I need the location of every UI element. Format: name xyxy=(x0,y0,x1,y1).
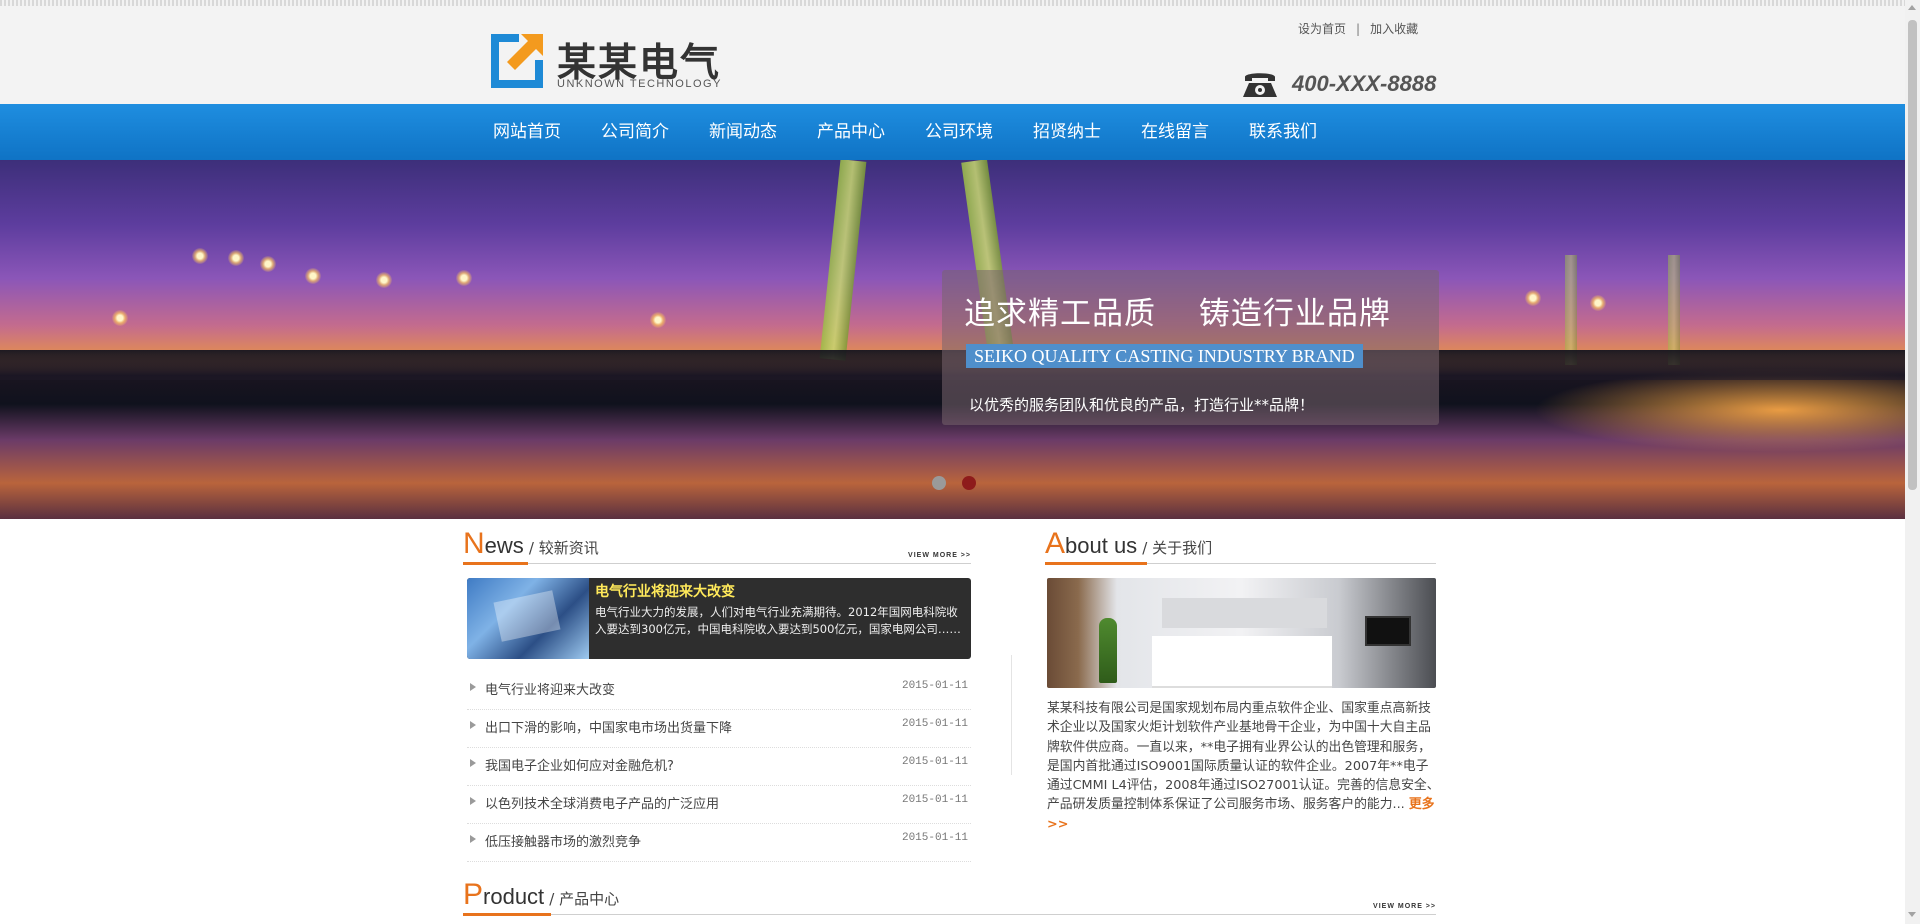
about-image-wall xyxy=(1162,598,1327,628)
banner-lamp xyxy=(305,268,321,284)
banner-lamp xyxy=(376,272,392,288)
product-title-rest: roduct xyxy=(483,884,545,909)
featured-news[interactable]: 电气行业将迎来大改变 电气行业大力的发展，人们对电气行业充满期待。2012年国网… xyxy=(467,578,971,659)
banner-lamp xyxy=(260,256,276,272)
about-image-plant xyxy=(1099,618,1117,683)
top-links-separator: | xyxy=(1356,22,1361,36)
set-homepage-link[interactable]: 设为首页 xyxy=(1298,22,1346,36)
scrollbar-thumb[interactable] xyxy=(1908,20,1917,490)
banner-lamp xyxy=(112,310,128,326)
about-image-reception-desk xyxy=(1152,636,1332,688)
page: 某某电气 UNKNOWN TECHNOLOGY 设为首页 | 加入收藏 400-XX… xyxy=(0,0,1920,924)
bullet-triangle-icon xyxy=(470,759,476,767)
nav-item-contact[interactable]: 联系我们 xyxy=(1249,104,1317,160)
nav-item-about[interactable]: 公司简介 xyxy=(601,104,669,160)
banner-lamp xyxy=(1590,295,1606,311)
about-title-rest: bout us xyxy=(1065,533,1138,558)
about-header: About us / 关于我们 xyxy=(1045,524,1436,565)
news-item-title[interactable]: 我国电子企业如何应对金融危机? xyxy=(485,755,674,774)
vertical-scrollbar[interactable] xyxy=(1905,0,1920,924)
banner-title: 追求精工品质 铸造行业品牌 xyxy=(964,296,1391,332)
about-title-underline xyxy=(1045,562,1147,565)
list-item[interactable]: 出口下滑的影响，中国家电市场出货量下降 2015-01-11 xyxy=(467,710,971,748)
news-title-cn: / 较新资讯 xyxy=(528,539,599,557)
product-title: Product / 产品中心 xyxy=(463,878,619,912)
bullet-triangle-icon xyxy=(470,797,476,805)
banner-bridge-tower xyxy=(1668,255,1680,365)
about-body: 某某科技有限公司是国家规划布局内重点软件企业、国家重点高新技术企业以及国家火炬计… xyxy=(1047,701,1440,813)
news-item-title[interactable]: 以色列技术全球消费电子产品的广泛应用 xyxy=(485,793,719,812)
logo-name-en: UNKNOWN TECHNOLOGY xyxy=(557,78,722,90)
about-image-screen xyxy=(1365,616,1411,646)
bullet-triangle-icon xyxy=(470,835,476,843)
hotline-number: 400-XXX-8888 xyxy=(1292,71,1437,96)
list-item[interactable]: 电气行业将迎来大改变 2015-01-11 xyxy=(467,672,971,710)
product-view-more[interactable]: VIEW MORE >> xyxy=(1373,903,1436,910)
slider-dot-2[interactable] xyxy=(962,476,976,490)
banner-lamp xyxy=(192,248,208,264)
news-item-date: 2015-01-11 xyxy=(901,794,968,806)
news-title-rest: ews xyxy=(484,533,524,558)
news-item-date: 2015-01-11 xyxy=(901,756,968,768)
news-list: 电气行业将迎来大改变 2015-01-11 出口下滑的影响，中国家电市场出货量下降… xyxy=(467,672,971,862)
featured-news-image[interactable] xyxy=(467,578,589,659)
column-divider xyxy=(1011,655,1012,775)
product-title-underline xyxy=(463,913,551,916)
header: 某某电气 UNKNOWN TECHNOLOGY 设为首页 | 加入收藏 400-XX… xyxy=(0,6,1905,104)
logo[interactable]: 某某电气 UNKNOWN TECHNOLOGY xyxy=(491,30,731,94)
news-item-title[interactable]: 出口下滑的影响，中国家电市场出货量下降 xyxy=(485,717,732,736)
add-favorite-link[interactable]: 加入收藏 xyxy=(1370,22,1418,36)
banner-lamp xyxy=(228,250,244,266)
banner-subtitle: SEIKO QUALITY CASTING INDUSTRY BRAND xyxy=(966,344,1363,368)
news-item-title[interactable]: 电气行业将迎来大改变 xyxy=(485,679,615,698)
bullet-triangle-icon xyxy=(470,683,476,691)
about-image xyxy=(1047,578,1436,688)
news-item-title[interactable]: 低压接触器市场的激烈竞争 xyxy=(485,831,641,850)
nav-item-home[interactable]: 网站首页 xyxy=(493,104,561,160)
news-item-date: 2015-01-11 xyxy=(901,680,968,692)
list-item[interactable]: 以色列技术全球消费电子产品的广泛应用 2015-01-11 xyxy=(467,786,971,824)
banner-lamp xyxy=(650,312,666,328)
main-nav: 网站首页 公司简介 新闻动态 产品中心 公司环境 招贤纳士 在线留言 联系我们 xyxy=(0,104,1905,160)
featured-news-excerpt: 电气行业大力的发展，人们对电气行业充满期待。2012年国网电科院收入要达到300… xyxy=(595,605,961,636)
banner-caption: 追求精工品质 铸造行业品牌 SEIKO QUALITY CASTING INDU… xyxy=(942,270,1439,425)
about-title: About us / 关于我们 xyxy=(1045,527,1212,561)
scroll-down-arrow-icon[interactable] xyxy=(1908,912,1916,917)
banner-description: 以优秀的服务团队和优良的产品，打造行业**品牌！ xyxy=(969,396,1315,414)
scroll-up-arrow-icon[interactable] xyxy=(1908,5,1916,10)
news-item-date: 2015-01-11 xyxy=(901,832,968,844)
banner-lamp xyxy=(1525,290,1541,306)
banner-lamp xyxy=(456,270,472,286)
banner-bridge-tower xyxy=(819,160,867,361)
nav-item-environment[interactable]: 公司环境 xyxy=(925,104,993,160)
news-item-date: 2015-01-11 xyxy=(901,718,968,730)
bullet-triangle-icon xyxy=(470,721,476,729)
product-header: Product / 产品中心 VIEW MORE >> xyxy=(463,875,1436,916)
featured-news-title[interactable]: 电气行业将迎来大改变 xyxy=(595,581,735,601)
news-header: News / 较新资讯 VIEW MORE >> xyxy=(463,524,971,565)
product-title-initial: P xyxy=(463,878,484,911)
news-title-initial: N xyxy=(463,527,485,560)
about-text: 某某科技有限公司是国家规划布局内重点软件企业、国家重点高新技术企业以及国家火炬计… xyxy=(1047,699,1441,834)
news-view-more[interactable]: VIEW MORE >> xyxy=(908,552,971,559)
top-links: 设为首页 | 加入收藏 xyxy=(1298,20,1418,37)
nav-item-message[interactable]: 在线留言 xyxy=(1141,104,1209,160)
nav-item-products[interactable]: 产品中心 xyxy=(817,104,885,160)
telephone-icon xyxy=(1243,73,1277,97)
nav-item-news[interactable]: 新闻动态 xyxy=(709,104,777,160)
banner-bridge-tower xyxy=(1565,255,1577,365)
news-title-underline xyxy=(463,562,528,565)
news-title: News / 较新资讯 xyxy=(463,527,599,561)
about-title-cn: / 关于我们 xyxy=(1142,539,1213,557)
list-item[interactable]: 我国电子企业如何应对金融危机? 2015-01-11 xyxy=(467,748,971,786)
hero-banner[interactable]: 追求精工品质 铸造行业品牌 SEIKO QUALITY CASTING INDU… xyxy=(0,160,1905,519)
list-item[interactable]: 低压接触器市场的激烈竞争 2015-01-11 xyxy=(467,824,971,862)
logo-mark-icon xyxy=(491,34,543,88)
nav-item-jobs[interactable]: 招贤纳士 xyxy=(1033,104,1101,160)
slider-dot-1[interactable] xyxy=(932,476,946,490)
product-title-cn: / 产品中心 xyxy=(549,890,620,908)
about-title-initial: A xyxy=(1045,527,1066,560)
